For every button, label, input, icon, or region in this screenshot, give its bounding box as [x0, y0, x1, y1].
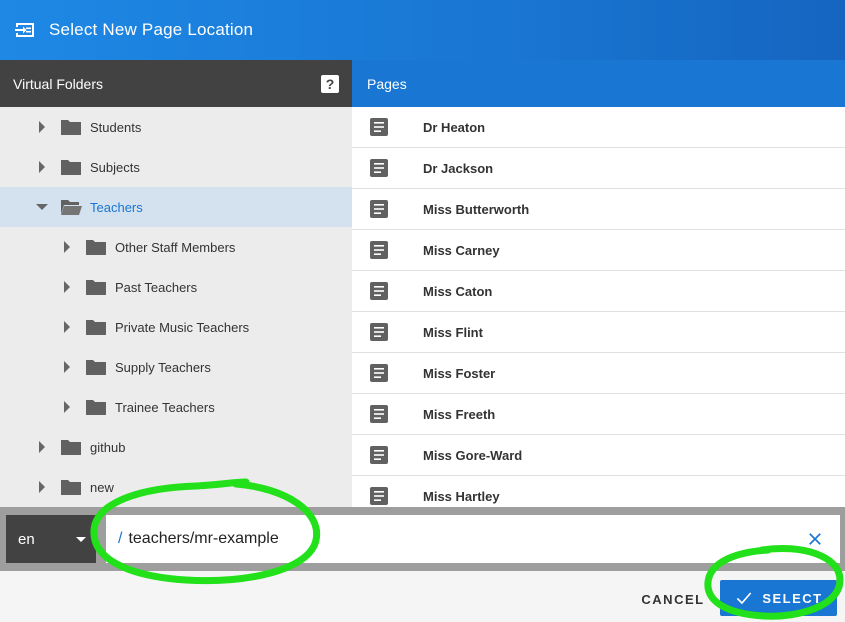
page-label: Miss Caton: [423, 283, 493, 299]
page-label: Miss Butterworth: [423, 201, 530, 217]
folder-label: Past Teachers: [115, 279, 198, 295]
check-icon: [737, 592, 752, 605]
folder-label: Students: [90, 119, 142, 135]
dialog-title: Select New Page Location: [49, 20, 254, 39]
chevron-right-icon[interactable]: [32, 437, 52, 457]
folder-label: Other Staff Members: [115, 239, 236, 255]
folder-tree: Students Subjects Teachers Other Staff Memb…: [0, 107, 352, 507]
page-label: Miss Freeth: [423, 406, 496, 422]
page-label: Miss Carney: [423, 242, 500, 258]
folder-item[interactable]: new: [0, 467, 352, 507]
dialog-header: Select New Page Location: [0, 0, 845, 60]
page-item[interactable]: Miss Hartley: [352, 476, 845, 507]
folder-item[interactable]: Students: [0, 107, 352, 147]
folder-label: Private Music Teachers: [115, 319, 250, 335]
page-label: Dr Jackson: [423, 160, 494, 176]
document-icon: [370, 405, 388, 423]
document-icon: [370, 323, 388, 341]
folder-label: Teachers: [90, 199, 143, 215]
path-value: teachers/mr-example: [128, 530, 279, 547]
document-icon: [370, 118, 388, 136]
document-icon: [370, 200, 388, 218]
folder-open-icon: [60, 198, 82, 216]
page-label: Miss Gore-Ward: [423, 447, 523, 463]
chevron-right-icon[interactable]: [57, 277, 77, 297]
path-prefix: /: [118, 530, 123, 547]
folder-item[interactable]: Past Teachers: [0, 267, 352, 307]
chevron-right-icon[interactable]: [57, 317, 77, 337]
document-icon: [370, 282, 388, 300]
path-bar: en / teachers/mr-example: [0, 507, 845, 571]
folder-icon: [85, 278, 107, 296]
folder-label: new: [90, 479, 114, 495]
page-item[interactable]: Miss Carney: [352, 230, 845, 271]
page-item[interactable]: Miss Freeth: [352, 394, 845, 435]
folder-item[interactable]: Subjects: [0, 147, 352, 187]
close-icon[interactable]: [806, 530, 824, 548]
dialog-actions: CANCEL SELECT: [0, 571, 845, 622]
page-label: Miss Flint: [423, 324, 483, 340]
page-label: Miss Foster: [423, 365, 496, 381]
page-item[interactable]: Miss Flint: [352, 312, 845, 353]
folder-label: github: [90, 439, 126, 455]
folder-icon: [85, 398, 107, 416]
folder-label: Supply Teachers: [115, 359, 211, 375]
folder-icon: [60, 478, 82, 496]
chevron-right-icon[interactable]: [57, 357, 77, 377]
virtual-folders-panel: Virtual Folders ? Students Subjects Teache…: [0, 60, 352, 507]
folder-icon: [60, 158, 82, 176]
folder-icon: [85, 238, 107, 256]
path-input[interactable]: / teachers/mr-example: [106, 515, 840, 563]
cancel-button[interactable]: CANCEL: [632, 587, 714, 611]
move-page-icon: [13, 18, 37, 42]
document-icon: [370, 159, 388, 177]
page-item[interactable]: Miss Butterworth: [352, 189, 845, 230]
chevron-right-icon[interactable]: [32, 477, 52, 497]
folder-item[interactable]: Trainee Teachers: [0, 387, 352, 427]
folder-icon: [85, 358, 107, 376]
chevron-right-icon[interactable]: [32, 157, 52, 177]
help-icon[interactable]: ?: [321, 74, 339, 93]
page-item[interactable]: Dr Heaton: [352, 107, 845, 148]
select-button[interactable]: SELECT: [720, 580, 837, 616]
chevron-down-icon[interactable]: [32, 197, 52, 217]
caret-down-icon: [76, 537, 86, 542]
page-item[interactable]: Miss Caton: [352, 271, 845, 312]
page-item[interactable]: Dr Jackson: [352, 148, 845, 189]
page-item[interactable]: Miss Gore-Ward: [352, 435, 845, 476]
select-button-label: SELECT: [762, 590, 823, 606]
pages-list: Dr Heaton Dr Jackson Miss Butterworth Miss …: [352, 107, 845, 507]
folder-icon: [60, 118, 82, 136]
document-icon: [370, 446, 388, 464]
pages-panel: Pages Dr Heaton Dr Jackson Miss Butterwort…: [352, 60, 845, 507]
document-icon: [370, 364, 388, 382]
document-icon: [370, 241, 388, 259]
folder-icon: [85, 318, 107, 336]
folder-item[interactable]: github: [0, 427, 352, 467]
page-label: Dr Heaton: [423, 119, 486, 135]
pages-header: Pages: [352, 60, 845, 107]
folder-label: Trainee Teachers: [115, 399, 215, 415]
folder-item[interactable]: Other Staff Members: [0, 227, 352, 267]
page-label: Miss Hartley: [423, 488, 500, 504]
folder-item[interactable]: Private Music Teachers: [0, 307, 352, 347]
folder-item[interactable]: Teachers: [0, 187, 352, 227]
document-icon: [370, 487, 388, 505]
folder-icon: [60, 438, 82, 456]
chevron-right-icon[interactable]: [57, 237, 77, 257]
folder-item[interactable]: Supply Teachers: [0, 347, 352, 387]
folder-label: Subjects: [90, 159, 140, 175]
virtual-folders-header: Virtual Folders ?: [0, 60, 352, 107]
locale-value: en: [18, 530, 35, 548]
page-item[interactable]: Miss Foster: [352, 353, 845, 394]
locale-select[interactable]: en: [6, 515, 96, 563]
chevron-right-icon[interactable]: [32, 117, 52, 137]
virtual-folders-title: Virtual Folders: [13, 75, 104, 92]
chevron-right-icon[interactable]: [57, 397, 77, 417]
